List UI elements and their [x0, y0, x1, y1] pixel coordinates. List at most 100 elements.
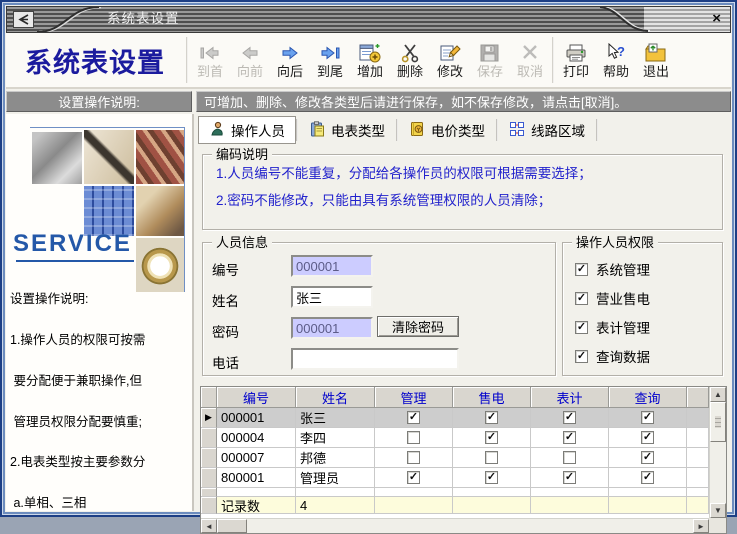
photo-writing [136, 186, 184, 236]
page-title: 系统表设置 [6, 41, 184, 80]
scroll-up-icon[interactable]: ▲ [710, 387, 726, 402]
clipboard-icon [309, 121, 325, 140]
photo-pens [136, 130, 184, 184]
toolbar-separator [552, 37, 554, 83]
button-label: 退出 [643, 64, 669, 79]
next-record-button[interactable]: 向后 [270, 41, 310, 80]
tab-line-regions[interactable]: 线路区域 [498, 116, 596, 144]
meter-perm-checkbox[interactable]: ✓ [563, 411, 576, 424]
sales-perm-checkbox[interactable]: ✓ [485, 431, 498, 444]
window-title: 系统表设置 [107, 7, 180, 31]
permission-item: ✓ 表计管理 [575, 317, 650, 337]
manage-perm-checkbox[interactable] [407, 431, 420, 444]
manage-perm-checkbox[interactable] [407, 451, 420, 464]
permission-label: 营业售电 [596, 288, 650, 308]
system-manage-checkbox[interactable]: ✓ [575, 263, 588, 276]
titlebar-curve-right [600, 7, 652, 32]
vertical-scrollbar[interactable]: ▲ ▼ [709, 387, 726, 518]
table-row[interactable]: ▶ 000004 李四 ✓ ✓ ✓ [201, 428, 709, 448]
meter-perm-checkbox[interactable]: ✓ [563, 431, 576, 444]
record-count-label: 记录数 [217, 497, 296, 514]
section-header-bars: 设置操作说明: 可增加、删除、修改各类型后请进行保存，如不保存修改，请点击[取消… [6, 91, 731, 112]
query-perm-checkbox[interactable]: ✓ [641, 431, 654, 444]
print-button[interactable]: 打印 [556, 41, 596, 80]
exit-button[interactable]: 退出 [636, 41, 676, 80]
meter-perm-checkbox[interactable] [563, 451, 576, 464]
add-record-icon [358, 42, 382, 64]
button-label: 帮助 [603, 64, 629, 79]
cell-name: 张三 [296, 408, 375, 428]
sales-perm-checkbox[interactable]: ✓ [485, 411, 498, 424]
sidebar-header: 设置操作说明: [6, 91, 192, 112]
last-record-button[interactable]: 到尾 [310, 41, 350, 80]
person-phone-input[interactable] [291, 348, 459, 370]
sidebar: SERVICE 设置操作说明: 1.操作人员的权限可按需 要分配便于兼职操作,但… [6, 114, 194, 511]
query-perm-checkbox[interactable]: ✓ [641, 451, 654, 464]
manage-perm-checkbox[interactable]: ✓ [407, 471, 420, 484]
add-button[interactable]: 增加 [350, 41, 390, 80]
save-button[interactable]: 保存 [470, 41, 510, 80]
region-diagram-icon [509, 121, 525, 140]
query-data-checkbox[interactable]: ✓ [575, 350, 588, 363]
button-label: 修改 [437, 64, 463, 79]
column-header[interactable]: 查询 [609, 387, 687, 408]
close-icon[interactable]: × [712, 9, 721, 29]
tab-price-types[interactable]: 电价类型 [398, 116, 496, 144]
vertical-scroll-thumb[interactable] [710, 402, 726, 442]
button-label: 保存 [477, 64, 503, 79]
column-header[interactable]: 姓名 [296, 387, 375, 408]
button-label: 向前 [237, 64, 263, 79]
phone-label: 电话 [212, 352, 239, 372]
column-header[interactable]: 售电 [453, 387, 531, 408]
help-button[interactable]: ? 帮助 [596, 41, 636, 80]
table-row[interactable]: ▶ 800001 管理员 ✓ ✓ ✓ ✓ [201, 468, 709, 488]
query-perm-checkbox[interactable]: ✓ [641, 471, 654, 484]
person-name-input[interactable] [291, 286, 373, 308]
column-header[interactable]: 编号 [217, 387, 296, 408]
cancel-button[interactable]: 取消 [510, 41, 550, 80]
horizontal-scroll-thumb[interactable] [217, 519, 247, 533]
tab-operators[interactable]: 操作人员 [198, 116, 296, 144]
cell-code: 000004 [217, 428, 296, 448]
meter-manage-checkbox[interactable]: ✓ [575, 321, 588, 334]
table-row[interactable]: ▶ 000007 邦德 ✓ [201, 448, 709, 468]
first-record-button[interactable]: 到首 [190, 41, 230, 80]
column-header[interactable]: 管理 [375, 387, 453, 408]
code-label: 编号 [212, 259, 239, 279]
cell-code: 000007 [217, 448, 296, 468]
query-perm-checkbox[interactable]: ✓ [641, 411, 654, 424]
button-label: 删除 [397, 64, 423, 79]
cell-name: 管理员 [296, 468, 375, 488]
table-row[interactable]: ▶ 000001 张三 ✓ ✓ ✓ ✓ [201, 408, 709, 428]
manage-perm-checkbox[interactable]: ✓ [407, 411, 420, 424]
button-label: 打印 [563, 64, 589, 79]
person-code-input[interactable] [291, 255, 373, 277]
cell-name: 李四 [296, 428, 375, 448]
person-password-input[interactable] [291, 317, 373, 339]
last-record-icon [317, 42, 343, 64]
permission-item: ✓ 系统管理 [575, 259, 650, 279]
column-header[interactable]: 表计 [531, 387, 609, 408]
scroll-down-icon[interactable]: ▼ [710, 503, 726, 518]
decor-line [30, 127, 184, 128]
scroll-left-icon[interactable]: ◄ [201, 519, 217, 533]
window-titlebar[interactable]: 系统表设置 × [6, 6, 731, 33]
main-panel: 操作人员 电表类型 电价类型 [194, 114, 731, 511]
sales-perm-checkbox[interactable] [485, 451, 498, 464]
modify-button[interactable]: 修改 [430, 41, 470, 80]
sales-checkbox[interactable]: ✓ [575, 292, 588, 305]
clear-password-button[interactable]: 清除密码 [377, 316, 459, 337]
cell-code: 800001 [217, 468, 296, 488]
operators-table: 编号 姓名 管理 售电 表计 查询 ▶ 000001 张三 ✓ ✓ ✓ ✓ [200, 386, 727, 534]
tab-meter-types[interactable]: 电表类型 [298, 116, 396, 144]
delete-button[interactable]: 删除 [390, 41, 430, 80]
cancel-x-icon [518, 42, 542, 64]
horizontal-scrollbar[interactable]: ◄ ► [201, 518, 709, 533]
sales-perm-checkbox[interactable]: ✓ [485, 471, 498, 484]
meter-perm-checkbox[interactable]: ✓ [563, 471, 576, 484]
coding-note: 2.密码不能修改，只能由具有系统管理权限的人员清除； [216, 193, 722, 209]
printer-icon [564, 42, 588, 64]
help-cursor-icon: ? [604, 42, 628, 64]
previous-record-button[interactable]: 向前 [230, 41, 270, 80]
scroll-right-icon[interactable]: ► [693, 519, 709, 533]
